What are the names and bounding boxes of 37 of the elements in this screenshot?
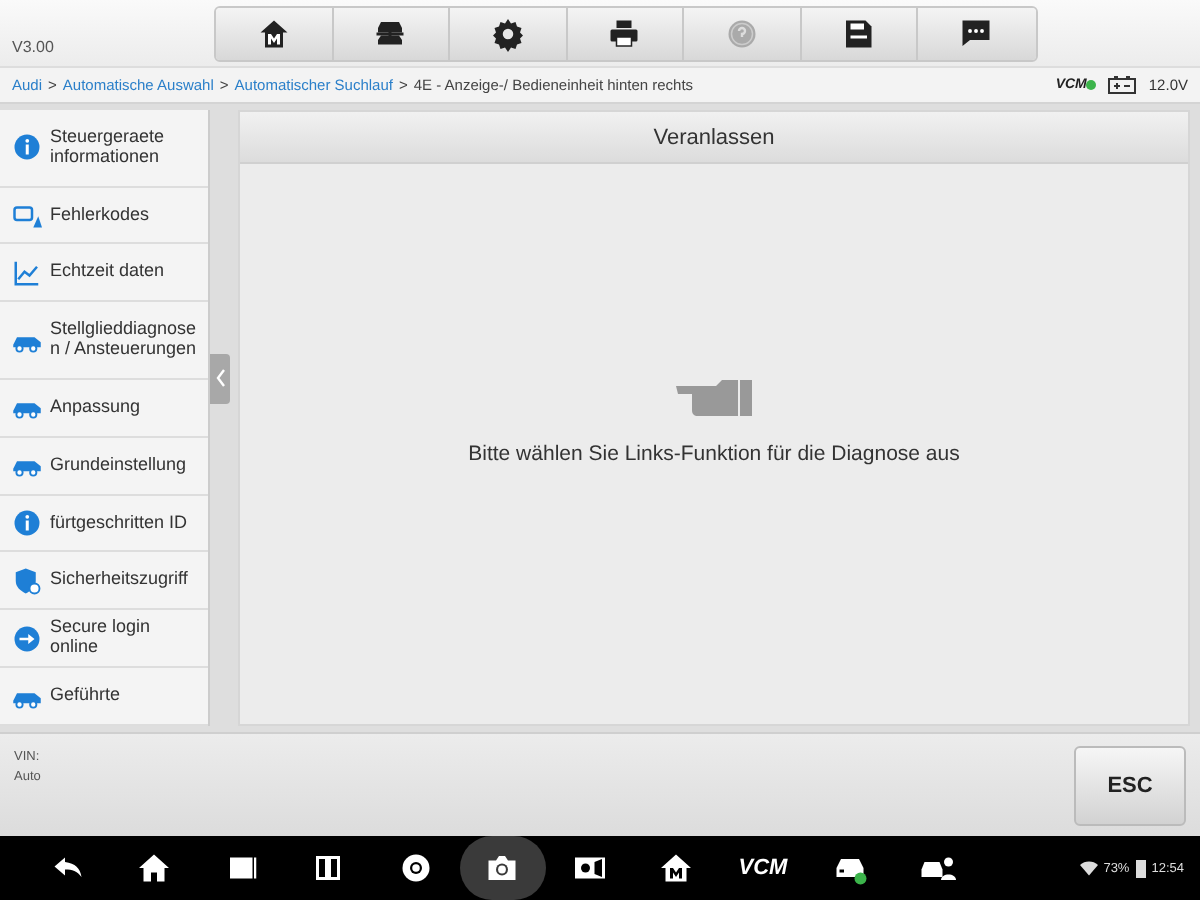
collapse-handle[interactable] xyxy=(210,353,230,403)
home-icon xyxy=(255,15,292,51)
camera-icon xyxy=(484,850,520,886)
version-label: V3.00 xyxy=(12,38,54,56)
esc-button[interactable]: ESC xyxy=(1074,745,1186,825)
home-m-icon xyxy=(658,850,694,886)
info-icon xyxy=(12,507,42,538)
chevron-left-icon xyxy=(215,368,225,388)
line-chart-icon xyxy=(12,257,42,288)
browser-icon xyxy=(397,850,433,886)
toolbar-button[interactable] xyxy=(450,7,567,59)
toolbar-button[interactable] xyxy=(216,7,333,59)
sidebar-item[interactable]: Grundeinstellung xyxy=(0,437,208,496)
sidebar-item[interactable]: fürtgeschritten ID xyxy=(0,495,208,553)
navbar-button[interactable]: VCM xyxy=(720,836,806,900)
battery-icon xyxy=(1135,859,1146,877)
split-screen-icon xyxy=(310,850,346,886)
toolbar-button[interactable] xyxy=(801,7,918,59)
wifi-icon xyxy=(1079,860,1098,876)
battery-icon xyxy=(1108,76,1137,94)
help-icon xyxy=(723,15,760,51)
navbar-button[interactable] xyxy=(459,836,545,900)
toolbar-button[interactable] xyxy=(333,7,450,59)
toolbar-button[interactable] xyxy=(567,7,684,59)
toolbar-button[interactable] xyxy=(918,7,1035,59)
home-icon xyxy=(136,850,172,886)
shield-icon xyxy=(12,565,42,596)
panel-title: Veranlassen xyxy=(240,112,1188,164)
instruction-text: Bitte wählen Sie Links-Funktion für die Diagnose aus xyxy=(468,442,960,466)
printer-icon xyxy=(606,15,643,51)
settings-icon xyxy=(489,15,526,51)
pointing-hand-icon xyxy=(674,374,754,422)
info-icon xyxy=(12,132,42,163)
connection-dot-icon xyxy=(1086,80,1097,90)
vcm-logo: VCM xyxy=(738,856,788,880)
chat-icon xyxy=(958,15,995,51)
sidebar-item[interactable]: Fehlerkodes xyxy=(0,187,208,245)
